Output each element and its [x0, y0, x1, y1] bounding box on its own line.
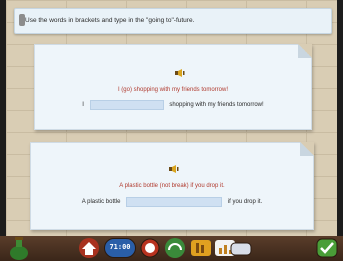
exercise-card-1: I (go) shopping with my friends tomorrow… — [34, 44, 312, 130]
exercise-card-2: A plastic bottle (not break) if you drop… — [30, 142, 314, 230]
answer-suffix: shopping with my friends tomorrow! — [169, 102, 264, 108]
instruction-text: Use the words in brackets and type in th… — [25, 17, 195, 24]
book-icon[interactable] — [190, 238, 212, 258]
answer-prefix: A plastic bottle — [81, 199, 121, 205]
answer-row: A plastic bottle if you drop it. — [31, 197, 313, 207]
curled-corner — [300, 142, 314, 156]
timer-readout: 71:00 — [109, 243, 131, 251]
notes-icon[interactable] — [230, 242, 252, 256]
answer-row: I shopping with my friends tomorrow! — [35, 100, 311, 110]
answer-prefix: I — [82, 102, 84, 108]
potion-bottle-icon[interactable] — [8, 236, 30, 260]
help-icon[interactable] — [140, 238, 160, 258]
answer-input-2[interactable] — [126, 197, 223, 207]
speaker-icon[interactable] — [169, 165, 179, 173]
curled-corner — [298, 44, 312, 58]
exercise-prompt: I (go) shopping with my friends tomorrow… — [117, 87, 229, 93]
headphones-icon[interactable] — [164, 238, 186, 258]
exercise-prompt: A plastic bottle (not break) if you drop… — [119, 183, 225, 189]
home-icon[interactable] — [78, 238, 100, 258]
check-icon[interactable] — [316, 238, 338, 258]
speaker-icon[interactable] — [175, 69, 185, 77]
answer-input-1[interactable] — [89, 100, 164, 110]
answer-suffix: if you drop it. — [227, 199, 263, 205]
instruction-banner: Use the words in brackets and type in th… — [14, 8, 332, 34]
